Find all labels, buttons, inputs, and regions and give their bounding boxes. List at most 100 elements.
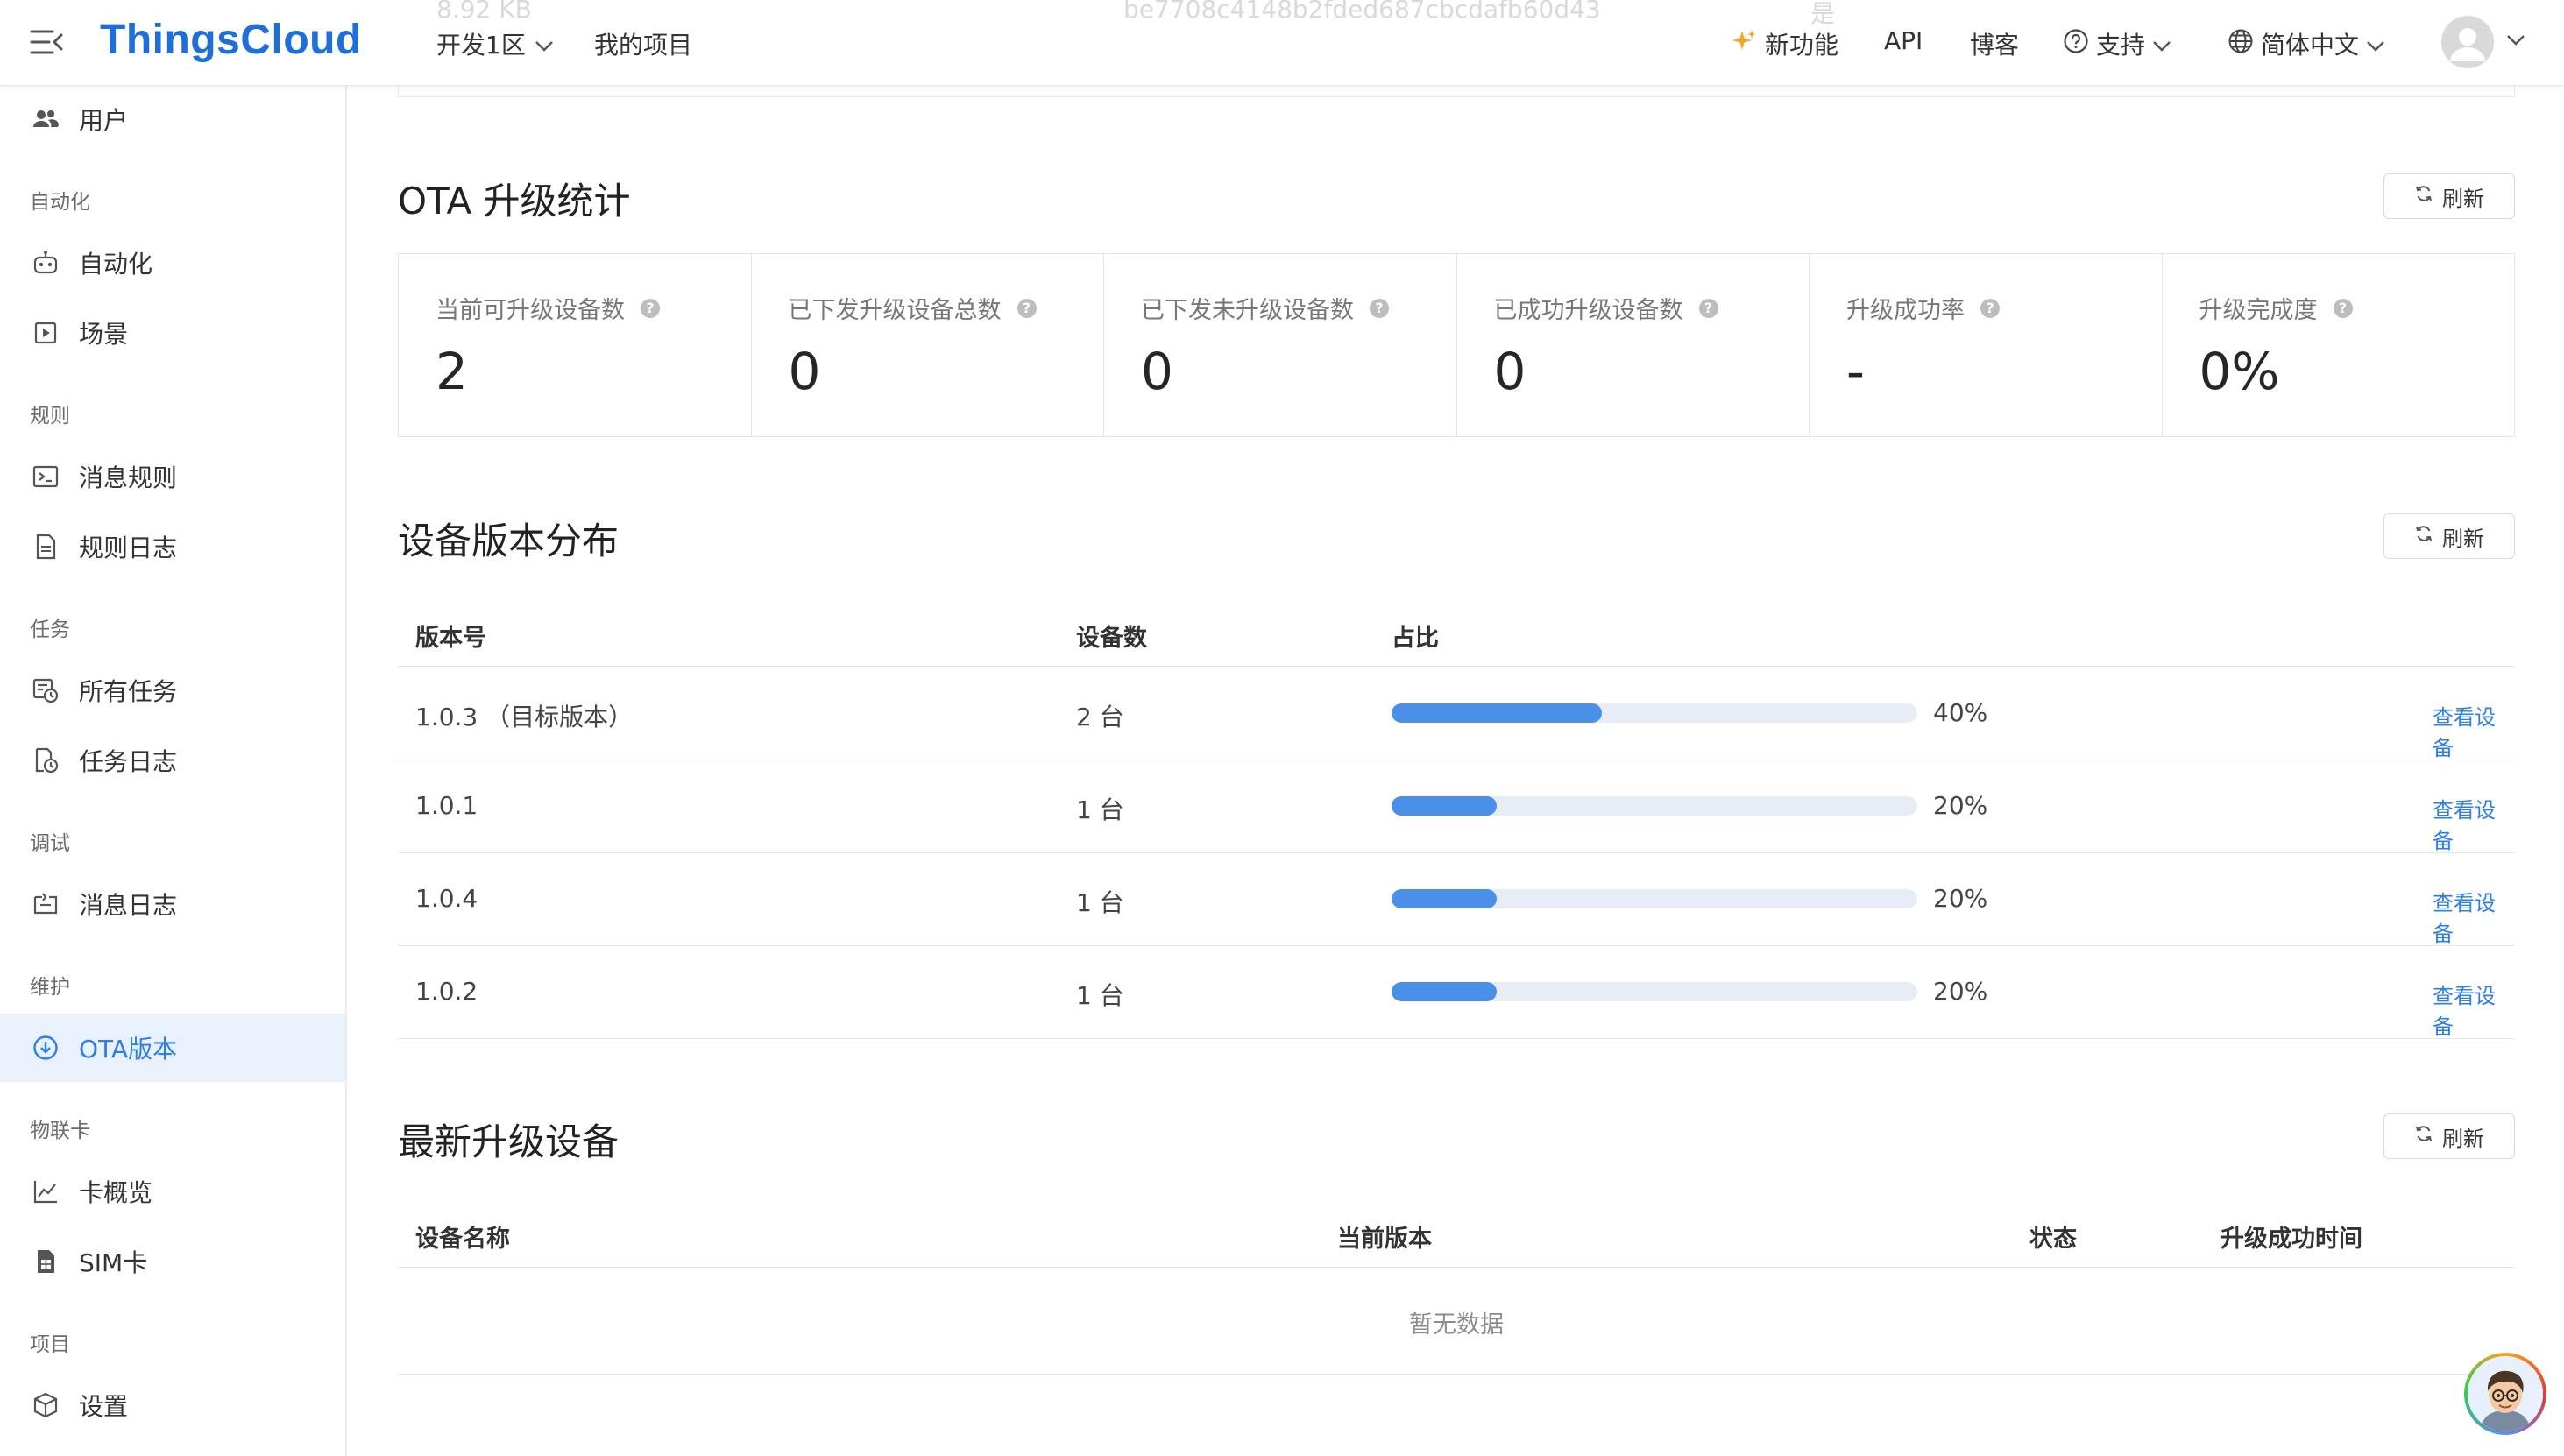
version-cell: 1.0.2 (415, 977, 478, 1006)
sidebar-item-task-logs[interactable]: 任务日志 (0, 726, 345, 795)
zone-selector[interactable]: 开发1区 (436, 26, 554, 61)
latest-table-header: 设备名称 当前版本 状态 升级成功时间 (398, 1200, 2515, 1268)
table-row: 1.0.1 1 台 20% 查看设备 (398, 760, 2515, 853)
view-devices-link[interactable]: 查看设备 (2433, 700, 2515, 761)
zone-label: 开发1区 (436, 31, 526, 60)
stat-label: 已成功升级设备数 (1493, 297, 1683, 324)
document-icon (32, 533, 60, 561)
users-icon (32, 105, 60, 133)
ratio-text: 20% (1933, 977, 1988, 1006)
column-header-status: 状态 (2029, 1226, 2077, 1253)
assistant-face-icon (2468, 1356, 2543, 1431)
stat-card-completion: 升级完成度? 0% (2163, 254, 2515, 436)
help-icon[interactable]: ? (1980, 298, 2000, 318)
message-log-icon (32, 890, 60, 918)
chevron-down-icon (2152, 30, 2171, 59)
sidebar-group-tasks: 任务 (30, 618, 70, 641)
stat-label: 升级完成度 (2199, 297, 2318, 324)
help-icon[interactable]: ? (1016, 298, 1037, 318)
support-label: 支持 (2096, 31, 2146, 60)
count-cell: 1 台 (1076, 888, 1124, 917)
refresh-label: 刷新 (2442, 186, 2484, 211)
view-devices-link[interactable]: 查看设备 (2433, 979, 2515, 1040)
chevron-down-icon (2366, 30, 2385, 59)
refresh-button-ota-stats[interactable]: 刷新 (2383, 173, 2515, 219)
ratio-bar-fill (1392, 982, 1497, 1001)
chevron-down-icon[interactable] (2506, 33, 2525, 50)
sidebar-group-iot-card: 物联卡 (30, 1120, 90, 1142)
stat-value: 2 (436, 342, 468, 401)
stat-value: 0 (1141, 342, 1173, 401)
cube-icon (32, 1391, 60, 1419)
sidebar-item-ota[interactable]: OTA版本 (0, 1014, 345, 1082)
sidebar-item-settings[interactable]: 设置 (0, 1371, 345, 1439)
view-devices-link[interactable]: 查看设备 (2433, 886, 2515, 947)
count-cell: 1 台 (1076, 795, 1124, 824)
user-avatar[interactable] (2441, 16, 2494, 68)
ratio-bar (1392, 796, 1917, 816)
sidebar-item-sim-card[interactable]: SIM卡 (0, 1227, 345, 1296)
empty-state: 暂无数据 (398, 1269, 2515, 1375)
ota-stats-cards: 当前可升级设备数? 2 已下发升级设备总数? 0 已下发未升级设备数? 0 已成… (398, 253, 2515, 437)
sidebar-item-label: SIM卡 (79, 1248, 148, 1277)
ota-download-icon (32, 1034, 60, 1062)
column-header-device-name: 设备名称 (415, 1226, 510, 1253)
help-icon[interactable]: ? (641, 298, 660, 318)
sidebar-item-users[interactable]: 用户 (0, 85, 345, 153)
help-icon[interactable]: ? (1698, 298, 1718, 318)
stat-value: - (1846, 342, 1865, 401)
sparkle-icon (1732, 28, 1758, 60)
count-cell: 1 台 (1076, 981, 1124, 1010)
sidebar-item-rule-logs[interactable]: 规则日志 (0, 512, 345, 581)
sidebar-item-message-logs[interactable]: 消息日志 (0, 870, 345, 938)
sidebar-item-label: 消息日志 (79, 891, 178, 920)
column-header-count: 设备数 (1076, 625, 1147, 652)
my-projects-link[interactable]: 我的项目 (594, 26, 692, 61)
sidebar-item-all-tasks[interactable]: 所有任务 (0, 656, 345, 724)
menu-collapse-icon[interactable] (30, 28, 65, 56)
sidebar-item-label: 消息规则 (79, 463, 178, 492)
scene-play-icon (32, 319, 60, 347)
empty-text: 暂无数据 (1409, 1311, 1504, 1339)
sidebar-item-automation[interactable]: 自动化 (0, 229, 345, 297)
view-devices-link[interactable]: 查看设备 (2433, 793, 2515, 854)
task-list-icon (32, 676, 60, 704)
api-link[interactable]: API (1884, 26, 1923, 55)
stat-card-dispatched-not-upgraded: 已下发未升级设备数? 0 (1104, 254, 1457, 436)
ratio-bar (1392, 982, 1917, 1001)
blog-link[interactable]: 博客 (1970, 26, 2019, 61)
sim-card-icon (32, 1247, 60, 1276)
refresh-button-version-dist[interactable]: 刷新 (2383, 513, 2515, 559)
sidebar: 用户 自动化 自动化 场景 规则 消息规则 规则日志 任务 所有任务 任务日志 … (0, 85, 347, 1456)
terminal-icon (32, 463, 60, 491)
sidebar-item-message-rules[interactable]: 消息规则 (0, 442, 345, 511)
sidebar-item-label: 所有任务 (79, 677, 178, 706)
assistant-avatar-button[interactable] (2464, 1353, 2546, 1435)
scrolled-flag-text: 是 (1810, 0, 1836, 28)
new-features-label: 新功能 (1765, 31, 1839, 60)
language-label: 简体中文 (2261, 31, 2360, 60)
sidebar-item-label: 用户 (79, 106, 129, 135)
refresh-button-latest-upgrades[interactable]: 刷新 (2383, 1113, 2515, 1159)
sidebar-item-card-overview[interactable]: 卡概览 (0, 1157, 345, 1226)
refresh-icon (2414, 184, 2433, 209)
stat-label: 已下发升级设备总数 (788, 297, 1002, 324)
column-header-current-version: 当前版本 (1337, 1226, 1432, 1253)
sidebar-item-scene[interactable]: 场景 (0, 299, 345, 367)
version-cell: 1.0.3 （目标版本） (415, 703, 634, 732)
chevron-down-icon (535, 30, 554, 59)
stat-label: 当前可升级设备数 (436, 297, 625, 324)
section-title-version-dist: 设备版本分布 (398, 519, 620, 562)
ratio-bar (1392, 889, 1917, 908)
language-selector[interactable]: 简体中文 (2228, 26, 2385, 61)
help-icon[interactable]: ? (2333, 298, 2353, 318)
sidebar-item-label: 规则日志 (79, 534, 178, 562)
support-menu[interactable]: 支持 (2063, 26, 2171, 61)
help-icon[interactable]: ? (1370, 298, 1389, 318)
version-table-header: 版本号 设备数 占比 (398, 599, 2515, 667)
new-features-link[interactable]: 新功能 (1732, 26, 1838, 61)
sidebar-group-debug: 调试 (30, 832, 70, 855)
main-content: OTA 升级统计 刷新 当前可升级设备数? 2 已下发升级设备总数? 0 已下发… (345, 0, 2564, 1456)
logo[interactable]: ThingsCloud (100, 16, 362, 64)
column-header-ratio: 占比 (1392, 625, 1439, 652)
